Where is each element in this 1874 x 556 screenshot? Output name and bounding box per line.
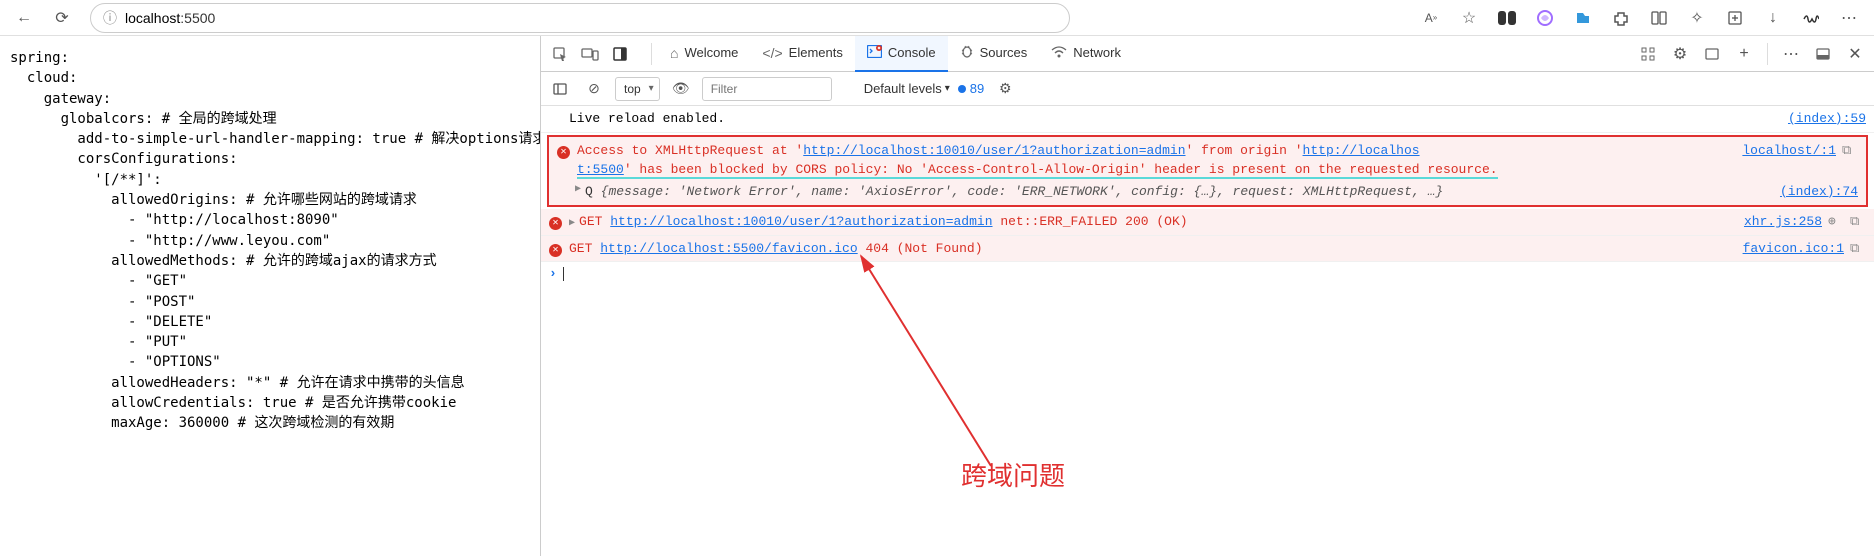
extensions-icon[interactable] (1604, 4, 1638, 32)
browser-actions: A» ☆ ✧ ↓ ⋯ (1414, 4, 1866, 32)
more-menu-icon[interactable]: ⋯ (1832, 4, 1866, 32)
reader-mode-icon[interactable]: A» (1414, 4, 1448, 32)
downloads-icon[interactable]: ↓ (1756, 4, 1790, 32)
extension-icon-3[interactable] (1566, 4, 1600, 32)
cors-url-2a[interactable]: http://localhos (1303, 143, 1420, 158)
site-info-icon[interactable]: ⓘ (103, 8, 117, 28)
log-favicon-404: ✕ GET http://localhost:5500/favicon.ico … (541, 236, 1874, 263)
copy-icon[interactable]: ⧉ (1842, 141, 1858, 161)
dt-command-icon[interactable] (1633, 40, 1663, 68)
performance-icon[interactable] (1794, 4, 1828, 32)
console-icon (867, 45, 882, 61)
context-selector[interactable]: top (615, 77, 660, 101)
dock-icon[interactable] (605, 40, 635, 68)
favorite-icon[interactable]: ☆ (1452, 4, 1486, 32)
cors-url-2b[interactable]: t:5500 (577, 162, 624, 179)
sidebar-toggle-icon[interactable] (547, 76, 573, 102)
console-input-row[interactable]: › (541, 262, 1874, 285)
code-icon: </> (762, 45, 782, 61)
source-link[interactable]: favicon.ico:1 (1743, 239, 1844, 259)
clear-console-icon[interactable]: ⊘ (581, 76, 607, 102)
collections-icon[interactable]: ✧ (1680, 4, 1714, 32)
inspect-icon[interactable] (545, 40, 575, 68)
dt-settings-icon[interactable]: ⚙ (1665, 40, 1695, 68)
prompt-chevron-icon: › (549, 266, 557, 281)
get-failed-message: ▶GET http://localhost:10010/user/1?autho… (569, 212, 1736, 232)
dt-add-tab-icon[interactable]: + (1729, 40, 1759, 68)
cors-error-message: Access to XMLHttpRequest at 'http://loca… (577, 141, 1734, 180)
split-screen-icon[interactable] (1642, 4, 1676, 32)
log-level-selector[interactable]: Default levels ▾ (864, 81, 950, 96)
input-cursor (563, 267, 564, 281)
annotation-label: 跨域问题 (961, 456, 1065, 493)
source-link[interactable]: (index):59 (1788, 109, 1866, 129)
url-text: localhost:5500 (125, 10, 215, 26)
tab-network[interactable]: Network (1039, 36, 1133, 72)
tab-welcome[interactable]: ⌂Welcome (658, 36, 750, 72)
error-icon: ✕ (549, 244, 562, 257)
log-get-failed: ✕ ▶GET http://localhost:10010/user/1?aut… (541, 209, 1874, 236)
log-cors-error-box: ✕ Access to XMLHttpRequest at 'http://lo… (547, 135, 1868, 208)
tab-console[interactable]: Console (855, 36, 948, 72)
ai-explain-icon[interactable]: ⊕ (1828, 212, 1844, 232)
browser-toolbar: ← ⟳ ⓘ localhost:5500 A» ☆ ✧ ↓ ⋯ (0, 0, 1874, 36)
back-button[interactable]: ← (8, 4, 40, 32)
add-page-icon[interactable] (1718, 4, 1752, 32)
address-bar[interactable]: ⓘ localhost:5500 (90, 3, 1070, 33)
dt-close-icon[interactable]: ✕ (1840, 40, 1870, 68)
cors-url-1[interactable]: http://localhost:10010/user/1?authorizat… (803, 143, 1185, 158)
source-link[interactable]: localhost/:1 (1742, 141, 1836, 161)
page-content: spring: cloud: gateway: globalcors: # 全局… (0, 36, 540, 556)
dt-dock-side-icon[interactable] (1808, 40, 1838, 68)
main-area: spring: cloud: gateway: globalcors: # 全局… (0, 36, 1874, 556)
console-settings-icon[interactable]: ⚙ (992, 76, 1018, 102)
favicon-error-message: GET http://localhost:5500/favicon.ico 40… (569, 239, 1735, 259)
error-icon: ✕ (549, 217, 562, 230)
source-link[interactable]: (index):74 (1780, 182, 1858, 202)
dt-drawer-icon[interactable] (1697, 40, 1727, 68)
refresh-button[interactable]: ⟳ (46, 4, 78, 32)
copy-icon[interactable]: ⧉ (1850, 212, 1866, 232)
yaml-config: spring: cloud: gateway: globalcors: # 全局… (10, 50, 540, 431)
dt-more-icon[interactable]: ⋯ (1776, 40, 1806, 68)
extension-icon-1[interactable] (1490, 4, 1524, 32)
device-toggle-icon[interactable] (575, 40, 605, 68)
source-link[interactable]: xhr.js:258 (1744, 212, 1822, 232)
failed-url[interactable]: http://localhost:10010/user/1?authorizat… (610, 214, 992, 229)
copy-icon[interactable]: ⧉ (1850, 239, 1866, 259)
expand-arrow-icon[interactable]: ▶ (569, 218, 575, 229)
live-expression-icon[interactable]: 👁 (668, 76, 694, 102)
tab-elements[interactable]: </>Elements (750, 36, 854, 72)
devtools-panel: ⌂Welcome </>Elements Console Sources Net… (540, 36, 1874, 556)
devtools-tabs: ⌂Welcome </>Elements Console Sources Net… (541, 36, 1874, 72)
home-icon: ⌂ (670, 45, 678, 61)
axios-error-object[interactable]: Q {message: 'Network Error', name: 'Axio… (585, 182, 1772, 202)
favicon-url[interactable]: http://localhost:5500/favicon.ico (600, 241, 857, 256)
error-icon: ✕ (557, 146, 570, 159)
issues-count[interactable]: 89 (958, 81, 984, 96)
expand-arrow-icon[interactable]: ▶ (575, 182, 581, 197)
wifi-icon (1051, 45, 1067, 61)
extension-icon-2[interactable] (1528, 4, 1562, 32)
tab-sources[interactable]: Sources (948, 36, 1040, 72)
bug-icon (960, 44, 974, 61)
console-output: Live reload enabled. (index):59 ✕ Access… (541, 106, 1874, 556)
console-toolbar: ⊘ top 👁 Default levels ▾ 89 ⚙ (541, 72, 1874, 106)
log-live-reload: Live reload enabled. (index):59 (541, 106, 1874, 133)
filter-input[interactable] (702, 77, 832, 101)
